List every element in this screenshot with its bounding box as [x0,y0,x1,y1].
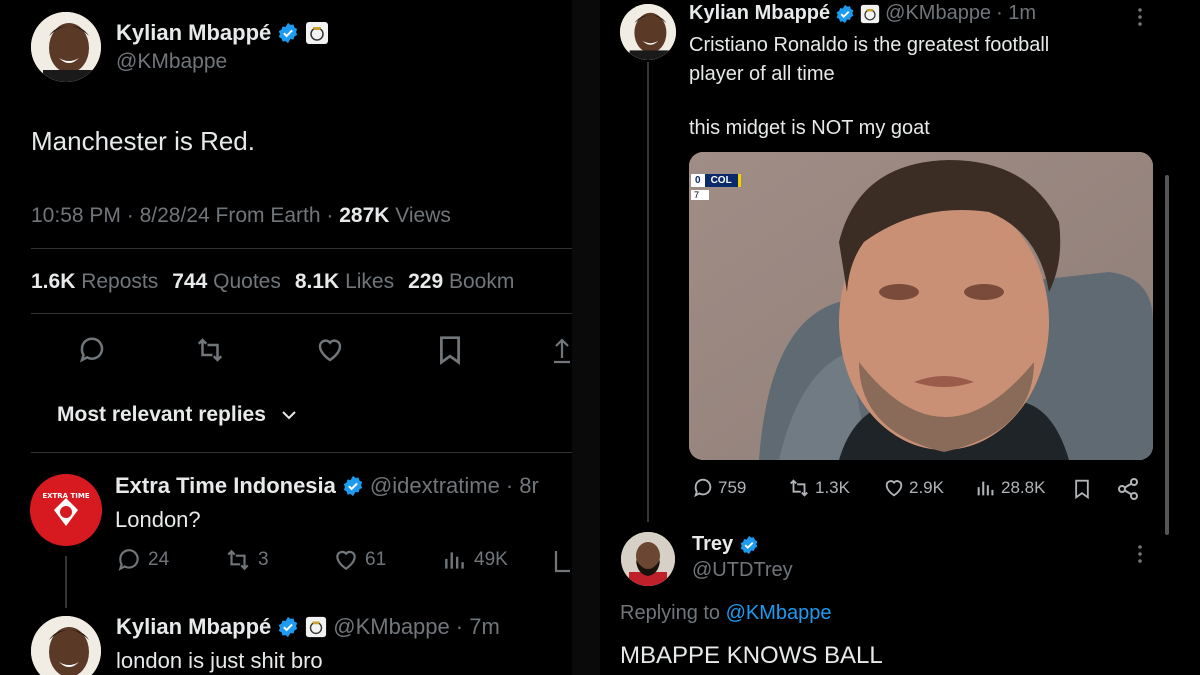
mbappe-avatar[interactable] [31,616,101,675]
tweet-action-views[interactable]: 28.8K [975,477,1045,499]
bookmark-icon[interactable] [435,334,465,366]
crying-player-photo [689,152,1153,460]
reply-author-handle[interactable]: @UTDTrey [692,559,793,582]
scorebug: 0 COL [691,174,741,187]
share-icon[interactable] [552,547,572,575]
bookmark-icon[interactable] [1072,477,1092,501]
reply-action-views[interactable]: 49K [442,547,508,573]
repost-icon [227,549,249,571]
views-label: Views [395,204,451,227]
real-madrid-badge-icon [306,616,327,638]
tweet-media-image[interactable]: 0 COL 7 [689,152,1153,460]
reply-text: london is just shit bro [116,648,323,673]
tweet-date[interactable]: 8/28/24 [140,204,210,227]
more-options-icon[interactable] [1135,543,1145,565]
reply-action-like[interactable]: 61 [333,547,386,573]
repost-icon [790,479,808,497]
divider [31,313,572,314]
reply-author-name[interactable]: Kylian Mbappé [116,614,271,640]
trey-avatar-image [621,532,675,586]
views-chart-icon [977,481,994,496]
sort-replies-dropdown[interactable]: Most relevant replies [57,403,298,427]
real-madrid-badge-icon [860,4,880,23]
verified-badge-icon [740,535,758,554]
sort-replies-label: Most relevant replies [57,403,266,426]
verified-badge-icon [279,616,298,638]
mbappe-avatar-image [31,12,101,82]
extra-time-avatar[interactable]: EXTRA TIME [30,474,102,546]
verified-badge-icon [836,4,854,23]
tweet-meta: 10:58 PM · 8/28/24 From Earth · 287K Vie… [31,204,451,227]
verified-badge-icon [343,475,363,497]
views-count: 287K [339,204,390,227]
scorebug-score: 0 [691,174,705,187]
bookmarks-stat[interactable]: 229 Bookm [408,270,514,294]
reply-icon[interactable] [77,335,107,365]
tweet-text-line: this midget is NOT my goat [689,117,930,139]
reply-action-reply[interactable]: 24 [116,547,169,573]
share-icon[interactable] [1116,477,1140,501]
reposts-stat[interactable]: 1.6K Reposts [31,270,158,294]
trey-avatar[interactable] [621,532,675,586]
views-chart-icon [445,552,464,569]
like-icon[interactable] [315,335,345,365]
reply-author-name[interactable]: Extra Time Indonesia [115,473,336,499]
reply-text: London? [115,507,201,532]
tweet-text: Manchester is Red. [31,126,255,156]
more-options-icon[interactable] [1135,6,1145,28]
author-handle[interactable]: @KMbappe [885,2,991,25]
left-tweet-panel: Kylian Mbappé @KMbappe Manchester is Red… [0,0,572,675]
svg-text:EXTRA TIME: EXTRA TIME [42,492,90,500]
mbappe-avatar-image [620,4,676,60]
reply-author-handle[interactable]: @idextratime [370,473,500,499]
tweet-action-like[interactable]: 2.9K [883,477,944,499]
reply-author-name[interactable]: Trey [692,533,733,556]
like-icon [336,550,356,570]
reply-icon [118,549,139,571]
verified-badge-icon [279,22,298,44]
panel-gap [572,0,600,675]
quotes-stat[interactable]: 744 Quotes [172,270,281,294]
replying-to-link[interactable]: @KMbappe [726,602,832,624]
mbappe-avatar[interactable] [31,12,101,82]
right-tweet-panel: Kylian Mbappé @KMbappe · 1m Cristiano Ro… [600,0,1200,675]
reply-action-repost[interactable]: 3 [224,547,269,573]
like-icon [885,480,903,497]
tweet-action-repost[interactable]: 1.3K [787,477,850,499]
mbappe-avatar[interactable] [620,4,676,60]
real-madrid-badge-icon [306,22,329,44]
engagement-stats: 1.6K Reposts 744 Quotes 8.1K Likes 229 B… [31,270,514,294]
tweet-source: From Earth [215,204,321,227]
repost-icon[interactable] [195,335,225,365]
chevron-down-icon [282,411,296,420]
scrollbar[interactable] [1165,175,1169,535]
thread-line [647,62,649,522]
likes-stat[interactable]: 8.1K Likes [295,270,394,294]
divider [31,248,572,249]
author-name[interactable]: Kylian Mbappé [689,2,830,25]
thread-line [65,556,67,608]
scorebug-sub: 7 [691,190,709,200]
tweet-text-line: Cristiano Ronaldo is the greatest footba… [689,34,1050,56]
mbappe-avatar-image [31,616,101,675]
reply-age: · 8r [505,473,539,498]
scorebug-team: COL [704,174,741,187]
tweet-time[interactable]: 10:58 PM [31,204,121,227]
reply-author-handle[interactable]: @KMbappe [333,614,450,640]
reply-text: MBAPPE KNOWS BALL [620,642,883,669]
reply-icon [694,478,712,498]
share-icon[interactable] [552,336,572,366]
extra-time-logo: EXTRA TIME [30,474,102,546]
author-handle[interactable]: @KMbappe [116,50,227,74]
tweet-age: · 1m [996,2,1037,24]
reply-age: · 7m [455,614,500,639]
author-name[interactable]: Kylian Mbappé [116,20,271,46]
divider [31,452,572,453]
tweet-text-line: player of all time [689,63,835,85]
tweet-action-reply[interactable]: 759 [692,477,746,499]
replying-to: Replying to @KMbappe [620,602,832,624]
